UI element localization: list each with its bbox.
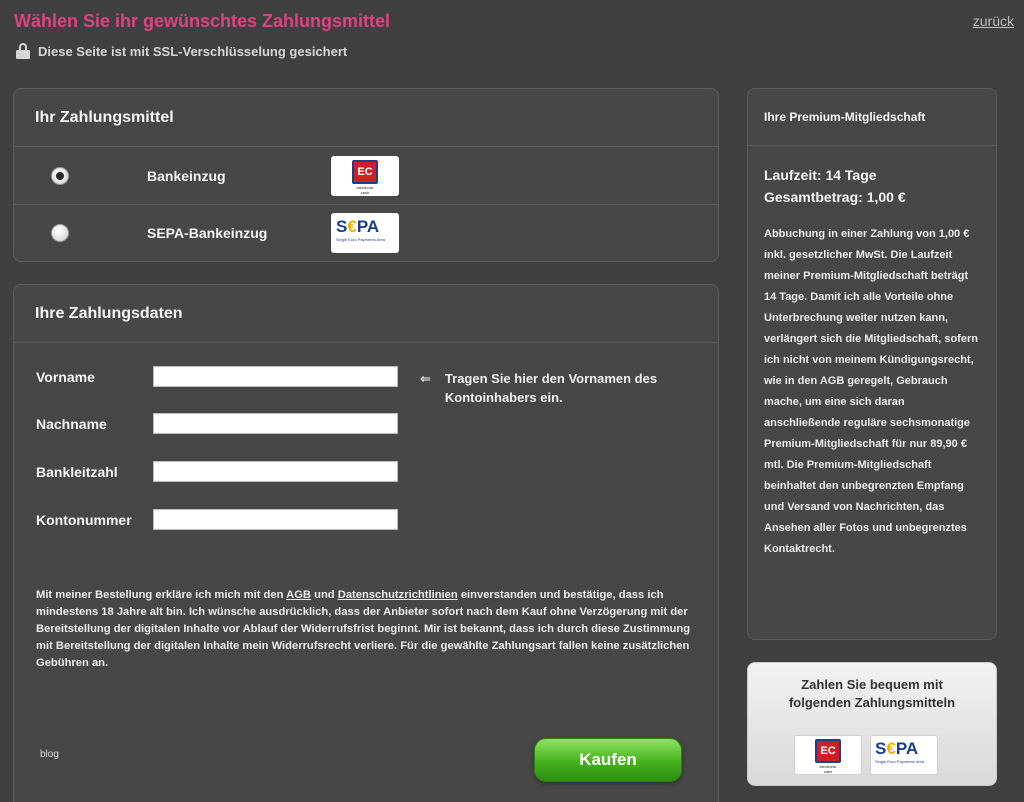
- method-row-sepa[interactable]: SEPA-Bankeinzug S€PA Single Euro Payment…: [14, 204, 718, 261]
- sepa-letter-s: S: [336, 217, 348, 236]
- privacy-link[interactable]: Datenschutzrichtlinien: [338, 589, 458, 601]
- bankleitzahl-label: Bankleitzahl: [36, 463, 118, 480]
- sepa-caption: Single Euro Payments Area: [336, 237, 385, 242]
- vorname-hint-text: Tragen Sie hier den Vornamen des Kontoin…: [444, 371, 658, 405]
- sepa-euro: €: [347, 217, 357, 236]
- legal-text: Mit meiner Bestellung erkläre ich mich m…: [36, 589, 691, 669]
- field-row-nachname: Nachname: [36, 413, 398, 434]
- kontonummer-input[interactable]: [153, 509, 398, 530]
- sepa-small-caption: Single Euro Payments Area: [875, 759, 924, 764]
- nachname-label: Nachname: [36, 415, 107, 432]
- method-row-bankeinzug[interactable]: Bankeinzug EC electronic cash: [14, 147, 718, 204]
- arrow-left-icon: ⇐: [420, 371, 431, 386]
- page-title: Wählen Sie ihr gewünschtes Zahlungsmitte…: [14, 11, 391, 31]
- accepted-payments-title-2: folgenden Zahlungsmitteln: [788, 695, 956, 710]
- ec-logo-small-caption: electronic cash: [819, 764, 837, 774]
- lock-icon: [16, 43, 30, 59]
- nachname-input[interactable]: [153, 413, 398, 434]
- sepa-logo: S€PA Single Euro Payments Area: [331, 213, 399, 253]
- ssl-notice-text: Diese Seite ist mit SSL-Verschlüsselung …: [38, 43, 348, 59]
- radio-sepa[interactable]: [51, 224, 69, 242]
- ec-logo-caption: electronic cash: [356, 184, 374, 195]
- payment-method-title: Ihr Zahlungsmittel: [14, 89, 718, 147]
- field-row-kontonummer: Kontonummer: [36, 509, 398, 530]
- field-row-vorname: Vorname: [36, 366, 398, 387]
- sepa-letters-pa: PA: [356, 217, 380, 236]
- payment-data-panel: Ihre Zahlungsdaten Vorname Nachname Bank…: [13, 284, 719, 802]
- premium-description: Abbuchung in einer Zahlung von 1,00 € in…: [764, 228, 978, 555]
- payment-data-title: Ihre Zahlungsdaten: [14, 285, 718, 343]
- radio-bankeinzug[interactable]: [51, 166, 69, 185]
- ec-logo-small-mark: EC: [815, 739, 841, 763]
- agb-link[interactable]: AGB: [286, 589, 311, 601]
- blog-tag: blog: [40, 749, 59, 760]
- kontonummer-label: Kontonummer: [36, 511, 132, 528]
- vorname-input[interactable]: [153, 366, 398, 387]
- premium-panel: Ihre Premium-Mitgliedschaft Laufzeit: 14…: [747, 88, 997, 640]
- field-row-bankleitzahl: Bankleitzahl: [36, 461, 398, 482]
- buy-button[interactable]: Kaufen: [534, 738, 682, 782]
- back-link[interactable]: zurück: [973, 13, 1014, 29]
- ec-logo-mark: EC: [352, 159, 378, 184]
- ec-logo: EC electronic cash: [331, 155, 399, 196]
- bankleitzahl-input[interactable]: [153, 461, 398, 482]
- method-label-sepa: SEPA-Bankeinzug: [147, 225, 268, 241]
- payment-method-panel: Ihr Zahlungsmittel Bankeinzug EC electro…: [13, 88, 719, 262]
- premium-title: Ihre Premium-Mitgliedschaft: [748, 89, 996, 146]
- accepted-payments-title-1: Zahlen Sie bequem mit: [801, 677, 943, 692]
- ec-logo-small: EC electronic cash: [794, 735, 862, 775]
- ssl-notice: Diese Seite ist mit SSL-Verschlüsselung …: [16, 43, 347, 59]
- premium-term: Laufzeit: 14 Tage: [764, 167, 877, 183]
- method-label-bankeinzug: Bankeinzug: [147, 167, 226, 184]
- accepted-payments-box: Zahlen Sie bequem mit folgenden Zahlungs…: [747, 662, 997, 786]
- vorname-hint: ⇐ Tragen Sie hier den Vornamen des Konto…: [420, 369, 685, 407]
- premium-total: Gesamtbetrag: 1,00 €: [764, 189, 906, 205]
- sepa-logo-small: S€PA Single Euro Payments Area: [870, 735, 938, 775]
- vorname-label: Vorname: [36, 368, 95, 385]
